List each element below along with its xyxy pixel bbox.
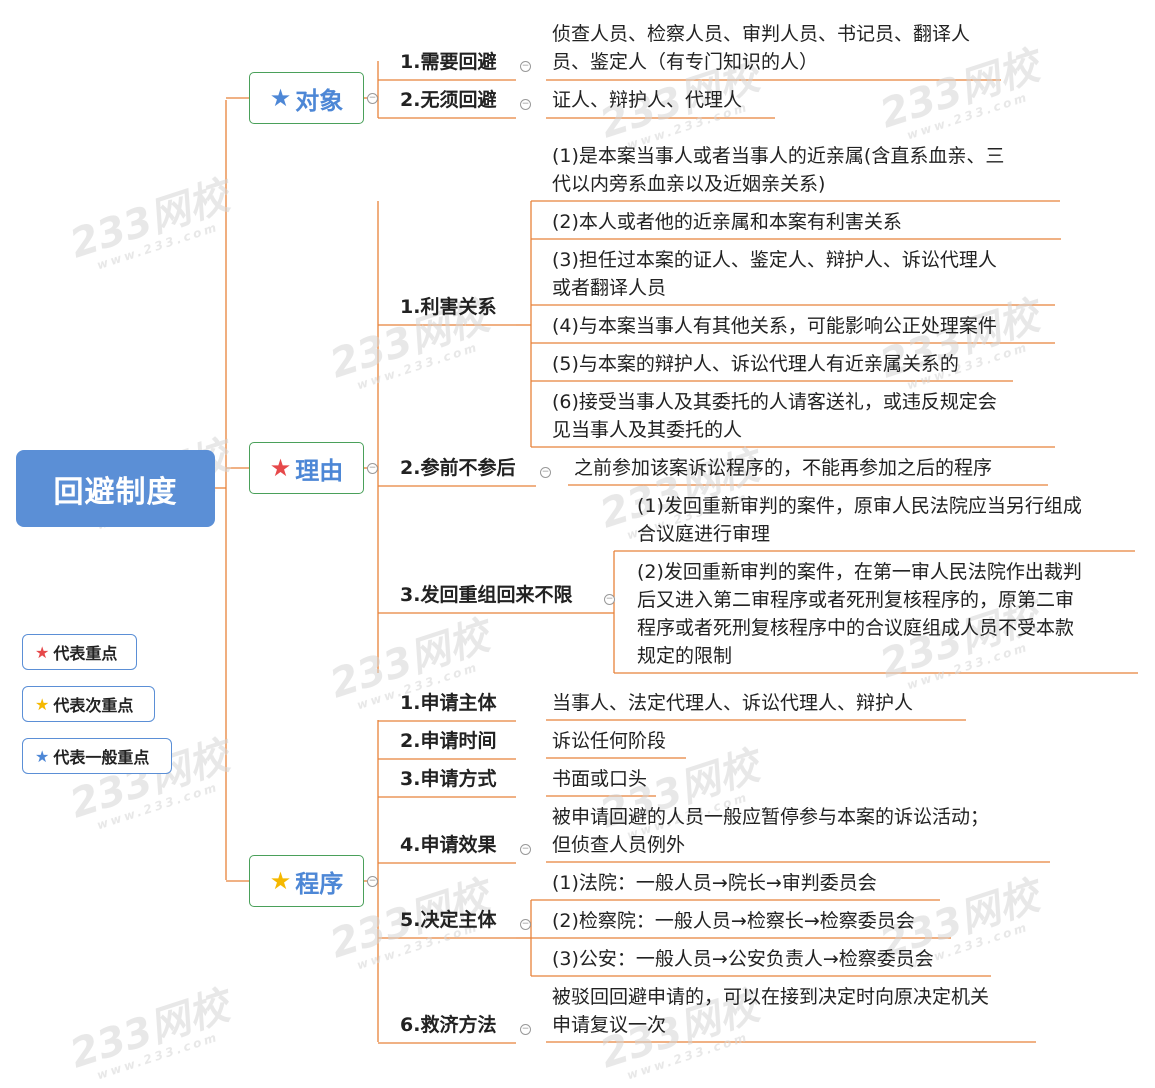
leaf-text: 当事人、法定代理人、诉讼代理人、辩护人 bbox=[552, 692, 914, 714]
category-node-2[interactable]: ★ 程序 bbox=[249, 855, 364, 907]
leaf-text: 之前参加该案诉讼程序的，不能再参加之后的程序 bbox=[574, 457, 993, 479]
subtopic-label[interactable]: 1.利害关系 bbox=[400, 295, 496, 319]
collapse-toggle-icon[interactable]: − bbox=[520, 99, 531, 110]
leaf-text: 书面或口头 bbox=[552, 768, 648, 790]
collapse-toggle-icon[interactable]: − bbox=[520, 61, 531, 72]
category-label: 对象 bbox=[295, 86, 344, 115]
collapse-toggle-icon[interactable]: − bbox=[520, 844, 531, 855]
leaf-text: 被驳回回避申请的，可以在接到决定时向原决定机关 申请复议一次 bbox=[552, 986, 990, 1036]
category-node-0[interactable]: ★ 对象 bbox=[249, 72, 364, 124]
collapse-toggle-icon[interactable]: − bbox=[540, 467, 551, 478]
leaf-text: (1)发回重新审判的案件，原审人民法院应当另行组成 合议庭进行审理 bbox=[637, 495, 1082, 545]
legend-item: ★ 代表重点 bbox=[22, 634, 137, 670]
leaf-text: 证人、辩护人、代理人 bbox=[552, 89, 743, 111]
leaf-text: 被申请回避的人员一般应暂停参与本案的诉讼活动； 但侦查人员例外 bbox=[552, 806, 990, 856]
subtopic-label[interactable]: 2.申请时间 bbox=[400, 729, 496, 753]
star-icon: ★ bbox=[269, 454, 292, 482]
subtopic-label[interactable]: 1.申请主体 bbox=[400, 691, 496, 715]
category-node-1[interactable]: ★ 理由 bbox=[249, 442, 364, 494]
leaf-text: (2)本人或者他的近亲属和本案有利害关系 bbox=[552, 211, 902, 233]
legend-label: 代表重点 bbox=[53, 644, 118, 663]
category-label: 程序 bbox=[295, 869, 344, 898]
legend-item: ★ 代表一般重点 bbox=[22, 738, 172, 774]
collapse-toggle-icon[interactable]: − bbox=[367, 876, 378, 887]
category-label: 理由 bbox=[295, 456, 344, 485]
leaf-text: (2)发回重新审判的案件，在第一审人民法院作出裁判 后又进入第二审程序或者死刑复… bbox=[637, 561, 1082, 667]
leaf-text: 诉讼任何阶段 bbox=[552, 730, 667, 752]
leaf-text: (6)接受当事人及其委托的人请客送礼，或违反规定会 见当事人及其委托的人 bbox=[552, 391, 997, 441]
leaf-text: (3)担任过本案的证人、鉴定人、辩护人、诉讼代理人 或者翻译人员 bbox=[552, 249, 997, 299]
leaf-text: (1)是本案当事人或者当事人的近亲属(含直系血亲、三 代以内旁系血亲以及近姻亲关… bbox=[552, 145, 1005, 195]
star-icon: ★ bbox=[35, 746, 50, 766]
collapse-toggle-icon[interactable]: − bbox=[367, 463, 378, 474]
legend-label: 代表次重点 bbox=[53, 696, 134, 715]
subtopic-label[interactable]: 6.救济方法 bbox=[400, 1013, 496, 1037]
subtopic-label[interactable]: 2.参前不参后 bbox=[400, 456, 515, 480]
leaf-text: (2)检察院：一般人员→检察长→检察委员会 bbox=[552, 910, 915, 932]
star-icon: ★ bbox=[35, 642, 50, 662]
star-icon: ★ bbox=[269, 84, 292, 112]
collapse-toggle-icon[interactable]: − bbox=[520, 1024, 531, 1035]
star-icon: ★ bbox=[35, 694, 50, 714]
collapse-toggle-icon[interactable]: − bbox=[520, 919, 531, 930]
leaf-text: (4)与本案当事人有其他关系，可能影响公正处理案件 bbox=[552, 315, 997, 337]
legend-item: ★ 代表次重点 bbox=[22, 686, 155, 722]
collapse-toggle-icon[interactable]: − bbox=[367, 93, 378, 104]
legend-label: 代表一般重点 bbox=[53, 748, 150, 767]
subtopic-label[interactable]: 4.申请效果 bbox=[400, 833, 496, 857]
leaf-text: 侦查人员、检察人员、审判人员、书记员、翻译人 员、鉴定人（有专门知识的人） bbox=[552, 23, 971, 73]
star-icon: ★ bbox=[269, 867, 292, 895]
subtopic-label[interactable]: 3.申请方式 bbox=[400, 767, 496, 791]
subtopic-label[interactable]: 3.发回重组回来不限 bbox=[400, 583, 572, 607]
root-node[interactable]: 回避制度 bbox=[16, 450, 215, 527]
leaf-text: (1)法院：一般人员→院长→审判委员会 bbox=[552, 872, 877, 894]
subtopic-label[interactable]: 5.决定主体 bbox=[400, 908, 496, 932]
leaf-text: (3)公安：一般人员→公安负责人→检察委员会 bbox=[552, 948, 934, 970]
subtopic-label[interactable]: 2.无须回避 bbox=[400, 88, 496, 112]
collapse-toggle-icon[interactable]: − bbox=[604, 594, 615, 605]
subtopic-label[interactable]: 1.需要回避 bbox=[400, 50, 496, 74]
leaf-text: (5)与本案的辩护人、诉讼代理人有近亲属关系的 bbox=[552, 353, 959, 375]
